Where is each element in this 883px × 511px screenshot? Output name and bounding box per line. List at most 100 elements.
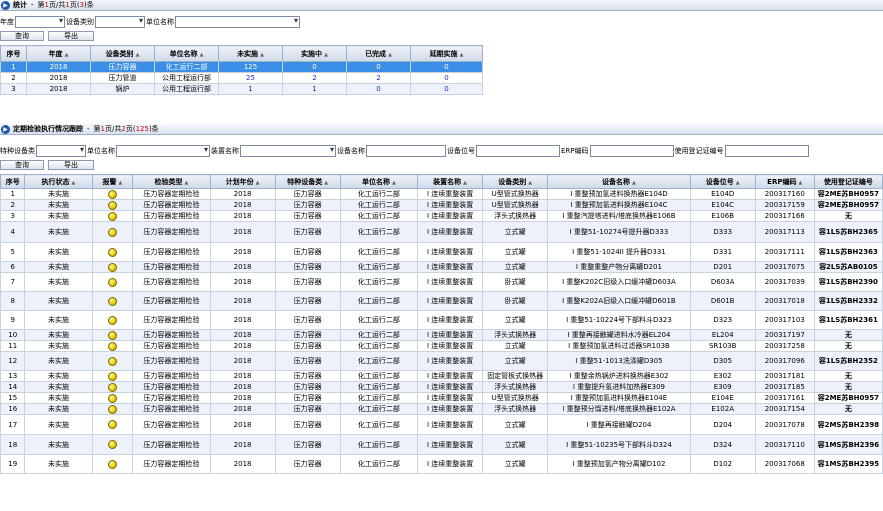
table-cell: D601B bbox=[689, 291, 756, 311]
table-row[interactable]: 2 2018 压力管道 公用工程运行部 25 2 2 0 bbox=[0, 72, 483, 84]
sort-icon[interactable]: ▲ bbox=[798, 180, 802, 186]
stats-col-header[interactable]: 序号 bbox=[0, 45, 27, 62]
stats-col-header[interactable]: 单位名称 ▲ bbox=[154, 45, 219, 62]
table-row[interactable]: 6 未实施 压力容器定期检验 2018 压力容器 化工运行二部 I 连续重整装置 立式罐 I 重… bbox=[0, 261, 883, 273]
table-row[interactable]: 18 未实施 压力容器定期检验 2018 压力容器 化工运行二部 I 连续重整装置 立式罐 I … bbox=[0, 434, 883, 455]
table-cell: I 重整预加氢进料换热器E104D bbox=[547, 188, 691, 200]
table-cell: 2018 bbox=[209, 403, 276, 415]
alarm-cell bbox=[91, 188, 134, 200]
alarm-cell bbox=[91, 351, 134, 371]
table-row[interactable]: 1 未实施 压力容器定期检验 2018 压力容器 化工运行二部 I 连续重整装置 U型管式换热… bbox=[0, 188, 883, 200]
sort-icon[interactable]: ▲ bbox=[392, 180, 396, 186]
header-label: 报警 bbox=[102, 177, 117, 186]
table-row[interactable]: 13 未实施 压力容器定期检验 2018 压力容器 化工运行二部 I 连续重整装置 固定管板式… bbox=[0, 370, 883, 382]
sort-icon[interactable]: ▲ bbox=[632, 180, 636, 186]
stats-col-header[interactable]: 已完成 ▲ bbox=[346, 45, 411, 62]
category-select[interactable] bbox=[95, 15, 145, 28]
sort-icon[interactable]: ▲ bbox=[324, 52, 328, 58]
table-cell: 2018 bbox=[209, 310, 276, 330]
alarm-yellow-icon bbox=[107, 330, 117, 340]
table-cell: D333 bbox=[689, 221, 756, 243]
track-col-header[interactable]: ERP编码 ▲ bbox=[754, 174, 815, 189]
stats-export-button[interactable]: 导出 bbox=[48, 31, 94, 41]
stats-col-header[interactable]: 年度 ▲ bbox=[26, 45, 91, 62]
table-cell: I 连续重整装置 bbox=[417, 329, 484, 341]
type-select[interactable] bbox=[36, 144, 86, 157]
table-row[interactable]: 5 未实施 压力容器定期检验 2018 压力容器 化工运行二部 I 连续重整装置 立式罐 I 重… bbox=[0, 242, 883, 262]
track-col-header[interactable]: 执行状态 ▲ bbox=[24, 174, 93, 189]
sort-icon[interactable]: ▲ bbox=[72, 180, 76, 186]
sort-icon[interactable]: ▲ bbox=[184, 180, 188, 186]
table-cell: 压力容器定期检验 bbox=[132, 221, 211, 243]
stats-col-header[interactable]: 设备类别 ▲ bbox=[90, 45, 155, 62]
sort-icon[interactable]: ▲ bbox=[528, 180, 532, 186]
table-row[interactable]: 11 未实施 压力容器定期检验 2018 压力容器 化工运行二部 I 连续重整装置 立式罐 I … bbox=[0, 340, 883, 352]
table-cell: 1 bbox=[218, 83, 283, 95]
erp-input[interactable] bbox=[589, 144, 674, 157]
track-col-header[interactable]: 报警 ▲ bbox=[91, 174, 134, 189]
alarm-cell bbox=[91, 454, 134, 474]
track-query-button[interactable]: 查询 bbox=[0, 160, 44, 170]
table-row[interactable]: 7 未实施 压力容器定期检验 2018 压力容器 化工运行二部 I 连续重整装置 卧式罐 I 重… bbox=[0, 272, 883, 292]
sort-icon[interactable]: ▲ bbox=[200, 52, 204, 58]
table-row[interactable]: 19 未实施 压力容器定期检验 2018 压力容器 化工运行二部 I 连续重整装置 立式罐 I … bbox=[0, 454, 883, 474]
track-unit-select[interactable] bbox=[116, 144, 210, 157]
table-row[interactable]: 4 未实施 压力容器定期检验 2018 压力容器 化工运行二部 I 连续重整装置 立式罐 I 重… bbox=[0, 221, 883, 243]
year-select[interactable] bbox=[15, 15, 65, 28]
position-input[interactable] bbox=[476, 144, 560, 157]
table-cell: 200317166 bbox=[754, 210, 815, 222]
track-col-header[interactable]: 设备名称 ▲ bbox=[547, 174, 691, 189]
track-col-header[interactable]: 设备位号 ▲ bbox=[689, 174, 756, 189]
table-row[interactable]: 16 未实施 压力容器定期检验 2018 压力容器 化工运行二部 I 连续重整装置 浮头式换热… bbox=[0, 403, 883, 415]
track-col-header[interactable]: 装置名称 ▲ bbox=[417, 174, 484, 189]
alarm-cell bbox=[91, 272, 134, 292]
track-col-header[interactable]: 使用登记证编号 bbox=[813, 174, 883, 189]
stats-col-header[interactable]: 实施中 ▲ bbox=[282, 45, 347, 62]
table-row[interactable]: 2 未实施 压力容器定期检验 2018 压力容器 化工运行二部 I 连续重整装置 U型管式换热… bbox=[0, 199, 883, 211]
header-label: 检验类型 bbox=[154, 177, 183, 186]
stats-query-button[interactable]: 查询 bbox=[0, 31, 44, 41]
table-cell: I 连续重整装置 bbox=[417, 392, 484, 404]
track-col-header[interactable]: 设备类别 ▲ bbox=[482, 174, 549, 189]
table-row[interactable]: 10 未实施 压力容器定期检验 2018 压力容器 化工运行二部 I 连续重整装置 浮头式换热… bbox=[0, 329, 883, 341]
table-row[interactable]: 15 未实施 压力容器定期检验 2018 压力容器 化工运行二部 I 连续重整装置 U型管式换… bbox=[0, 392, 883, 404]
table-row[interactable]: 3 2018 锅炉 公用工程运行部 1 1 0 0 bbox=[0, 83, 483, 95]
sort-icon[interactable]: ▲ bbox=[118, 180, 122, 186]
sort-icon[interactable]: ▲ bbox=[460, 52, 464, 58]
table-row[interactable]: 9 未实施 压力容器定期检验 2018 压力容器 化工运行二部 I 连续重整装置 立式罐 I 重… bbox=[0, 310, 883, 330]
sort-icon[interactable]: ▲ bbox=[136, 52, 140, 58]
track-col-header[interactable]: 计划年份 ▲ bbox=[209, 174, 276, 189]
track-col-header[interactable]: 检验类型 ▲ bbox=[132, 174, 211, 189]
stats-col-header[interactable]: 未实施 ▲ bbox=[218, 45, 283, 62]
device-select[interactable] bbox=[240, 144, 336, 157]
table-cell: 无 bbox=[813, 370, 883, 382]
table-row[interactable]: 8 未实施 压力容器定期检验 2018 压力容器 化工运行二部 I 连续重整装置 卧式罐 I 重… bbox=[0, 291, 883, 311]
table-row[interactable]: 17 未实施 压力容器定期检验 2018 压力容器 化工运行二部 I 连续重整装置 立式罐 I … bbox=[0, 414, 883, 435]
cert-input[interactable] bbox=[724, 144, 809, 157]
sort-icon[interactable]: ▲ bbox=[463, 180, 467, 186]
table-cell: 化工运行二部 bbox=[339, 381, 419, 393]
table-cell: 200317018 bbox=[754, 291, 815, 311]
header-label: 设备名称 bbox=[602, 177, 631, 186]
track-col-header[interactable]: 单位名称 ▲ bbox=[339, 174, 419, 189]
equipment-name-input[interactable] bbox=[366, 144, 446, 157]
stats-col-header[interactable]: 延期实施 ▲ bbox=[410, 45, 483, 62]
collapse-icon[interactable]: ▶ bbox=[1, 0, 10, 10]
unit-select[interactable] bbox=[175, 15, 300, 28]
table-row[interactable]: 12 未实施 压力容器定期检验 2018 压力容器 化工运行二部 I 连续重整装置 立式罐 I … bbox=[0, 351, 883, 371]
sort-icon[interactable]: ▲ bbox=[260, 52, 264, 58]
header-label: 使用登记证编号 bbox=[823, 177, 873, 186]
sort-icon[interactable]: ▲ bbox=[65, 52, 69, 58]
table-cell: 2018 bbox=[209, 291, 276, 311]
sort-icon[interactable]: ▲ bbox=[736, 180, 740, 186]
track-col-header[interactable]: 序号 bbox=[0, 174, 26, 189]
table-row[interactable]: 1 2018 压力容器 化工运行二部 125 0 0 0 bbox=[0, 61, 483, 73]
track-export-button[interactable]: 导出 bbox=[48, 160, 94, 170]
table-row[interactable]: 14 未实施 压力容器定期检验 2018 压力容器 化工运行二部 I 连续重整装置 浮头式换热… bbox=[0, 381, 883, 393]
table-row[interactable]: 3 未实施 压力容器定期检验 2018 压力容器 化工运行二部 I 连续重整装置 浮头式换热器… bbox=[0, 210, 883, 222]
sort-icon[interactable]: ▲ bbox=[388, 52, 392, 58]
collapse-icon[interactable]: ▶ bbox=[1, 124, 10, 134]
track-col-header[interactable]: 特种设备类 ▲ bbox=[274, 174, 341, 189]
sort-icon[interactable]: ▲ bbox=[324, 180, 328, 186]
sort-icon[interactable]: ▲ bbox=[256, 180, 260, 186]
